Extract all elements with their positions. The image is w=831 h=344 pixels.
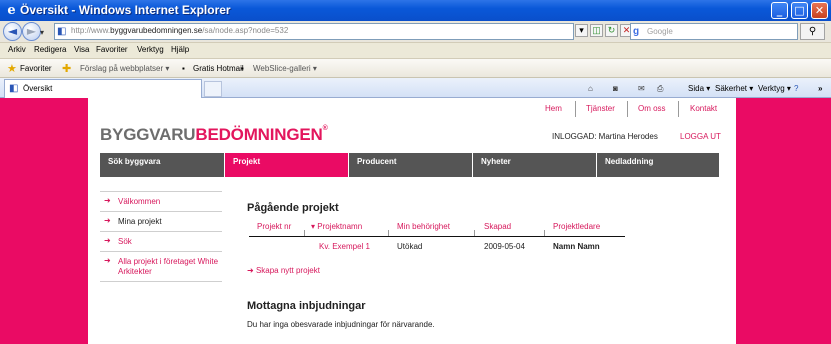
arrow-right-icon: ➜ xyxy=(104,236,111,245)
top-link-hem[interactable]: Hem xyxy=(545,104,562,113)
search-placeholder: Google xyxy=(647,27,673,36)
main-content: Pågående projekt Projekt nr ▾ Projektnam… xyxy=(247,202,627,329)
side-nav-alla-projekt[interactable]: ➜ Alla projekt i företaget White Arkitekt… xyxy=(100,251,222,282)
favorite-webslice-gallery[interactable]: WebSlice-galleri ▾ xyxy=(253,64,317,73)
logged-in-user: INLOGGAD: Martina Herodes xyxy=(552,132,658,141)
tab-row: ◧ Översikt ⌂ ◙ ✉ ⎙ Sida ▾ Säkerhet ▾ Ver… xyxy=(0,78,831,98)
page-menu[interactable]: Sida ▾ xyxy=(688,84,710,93)
minimize-button[interactable]: _ xyxy=(771,2,788,19)
top-link-divider xyxy=(678,101,679,117)
forward-button[interactable]: ► xyxy=(22,22,41,41)
no-invitations-text: Du har inga obesvarade inbjudningar för … xyxy=(247,320,435,329)
nav-nedladdning[interactable]: Nedladdning xyxy=(596,153,719,177)
tools-menu[interactable]: Verktyg ▾ xyxy=(758,84,791,93)
address-bar: ◄ ► ▾ ◧ http://www.byggvarubedomningen.s… xyxy=(0,21,831,42)
nav-producent[interactable]: Producent xyxy=(348,153,472,177)
refresh-icon[interactable]: ↻ xyxy=(605,24,618,37)
favorites-star-icon: ★ xyxy=(7,63,17,75)
window-title-bar: e Översikt - Windows Internet Explorer _… xyxy=(0,0,831,21)
cell-skapad: 2009-05-04 xyxy=(484,242,525,251)
feeds-icon[interactable]: ◙ xyxy=(613,84,618,93)
section-title-invitations: Mottagna inbjudningar xyxy=(247,300,366,312)
nav-projekt[interactable]: Projekt xyxy=(224,153,348,177)
main-nav: Sök byggvara Projekt Producent Nyheter N… xyxy=(100,153,719,177)
hotmail-icon: ▪ xyxy=(182,64,185,73)
menu-bar: Arkiv Redigera Visa Favoriter Verktyg Hj… xyxy=(0,42,831,58)
page-favicon-icon: ◧ xyxy=(57,26,67,37)
logout-link[interactable]: LOGGA UT xyxy=(680,132,721,141)
cell-projektnamn-link[interactable]: Kv. Exempel 1 xyxy=(319,242,370,251)
search-input[interactable]: g Google xyxy=(630,23,798,40)
top-link-kontakt[interactable]: Kontakt xyxy=(690,104,717,113)
tab-oversikt[interactable]: ◧ Översikt xyxy=(4,79,202,98)
favorites-bar: ★ Favoriter ✚ Förslag på webbplatser ▾ ▪… xyxy=(0,58,831,78)
top-link-divider xyxy=(627,101,628,117)
side-nav-valkommen[interactable]: ➜ Välkommen xyxy=(100,191,222,211)
close-window-button[interactable]: ✕ xyxy=(811,2,828,19)
col-header-projektnamn[interactable]: ▾ Projektnamn xyxy=(311,222,362,231)
webslice-icon: ▪ xyxy=(241,64,244,73)
add-favorite-icon[interactable]: ✚ xyxy=(62,62,71,75)
col-header-min-behorighet[interactable]: Min behörighet xyxy=(397,222,450,231)
side-nav: ➜ Välkommen ➜ Mina projekt ➜ Sök ➜ Alla proj… xyxy=(100,191,222,282)
maximize-button[interactable]: □ xyxy=(791,2,808,19)
col-header-projekt-nr[interactable]: Projekt nr xyxy=(257,222,291,231)
section-title-projects: Pågående projekt xyxy=(247,202,339,214)
new-project-link[interactable]: ➜ Skapa nytt projekt xyxy=(247,266,320,275)
nav-sok-byggvara[interactable]: Sök byggvara xyxy=(100,153,224,177)
favorite-hotmail[interactable]: Gratis Hotmail xyxy=(193,64,244,73)
url-input[interactable]: ◧ http://www.byggvarubedomningen.se/sa/n… xyxy=(54,23,574,40)
col-header-projektledare[interactable]: Projektledare xyxy=(553,222,600,231)
menu-redigera[interactable]: Redigera xyxy=(34,45,66,54)
window-title: Översikt - Windows Internet Explorer xyxy=(20,3,231,17)
table-header-underline xyxy=(249,236,625,237)
site-logo[interactable]: BYGGVARUBEDÖMNINGEN® xyxy=(100,125,328,145)
cell-min-behorighet: Utökad xyxy=(397,242,423,251)
menu-arkiv[interactable]: Arkiv xyxy=(8,45,26,54)
back-arrow-icon: ◄ xyxy=(7,24,18,38)
history-dropdown-icon[interactable]: ▾ xyxy=(40,28,44,37)
side-nav-sok[interactable]: ➜ Sök xyxy=(100,231,222,251)
col-header-skapad[interactable]: Skapad xyxy=(484,222,511,231)
search-button[interactable]: ⚲ xyxy=(800,23,825,40)
url-dropdown-icon[interactable]: ▾ xyxy=(575,24,588,37)
menu-favoriter[interactable]: Favoriter xyxy=(96,45,128,54)
back-button[interactable]: ◄ xyxy=(3,22,22,41)
home-icon[interactable]: ⌂ xyxy=(588,84,593,93)
magnifier-icon: ⚲ xyxy=(808,26,817,37)
ie-logo-icon: e xyxy=(7,3,16,18)
cell-projektledare: Namn Namn xyxy=(553,242,600,251)
top-link-tjanster[interactable]: Tjänster xyxy=(586,104,615,113)
page-content: Hem Tjänster Om oss Kontakt BYGGVARUBEDÖ… xyxy=(88,98,736,344)
new-tab-button[interactable] xyxy=(204,81,222,97)
print-icon[interactable]: ⎙ xyxy=(657,84,663,94)
arrow-right-icon: ➜ xyxy=(104,256,111,265)
side-nav-mina-projekt[interactable]: ➜ Mina projekt xyxy=(100,211,222,231)
top-link-divider xyxy=(575,101,576,117)
arrow-right-icon: ➜ xyxy=(104,196,111,205)
nav-nyheter[interactable]: Nyheter xyxy=(472,153,596,177)
page-viewport: Hem Tjänster Om oss Kontakt BYGGVARUBEDÖ… xyxy=(0,98,831,344)
forward-arrow-icon: ► xyxy=(26,24,37,38)
arrow-right-icon: ➜ xyxy=(104,216,111,225)
help-icon[interactable]: ? xyxy=(794,84,798,93)
google-logo-icon: g xyxy=(633,26,640,37)
safety-menu[interactable]: Säkerhet ▾ xyxy=(715,84,753,93)
more-commands-button[interactable]: » xyxy=(818,84,822,93)
favorites-button[interactable]: Favoriter xyxy=(20,64,52,73)
tab-title: Översikt xyxy=(23,84,53,93)
menu-hjalp[interactable]: Hjälp xyxy=(171,45,189,54)
top-link-om-oss[interactable]: Om oss xyxy=(638,104,666,113)
menu-visa[interactable]: Visa xyxy=(74,45,89,54)
menu-verktyg[interactable]: Verktyg xyxy=(137,45,164,54)
compatibility-icon[interactable]: ◫ xyxy=(590,24,603,37)
favorite-suggested-sites[interactable]: Förslag på webbplatser ▾ xyxy=(80,64,169,73)
arrow-right-icon: ➜ xyxy=(247,266,256,275)
read-mail-icon[interactable]: ✉ xyxy=(638,84,645,93)
tab-favicon-icon: ◧ xyxy=(9,83,19,94)
url-text: http://www.byggvarubedomningen.se/sa/nod… xyxy=(71,26,289,35)
